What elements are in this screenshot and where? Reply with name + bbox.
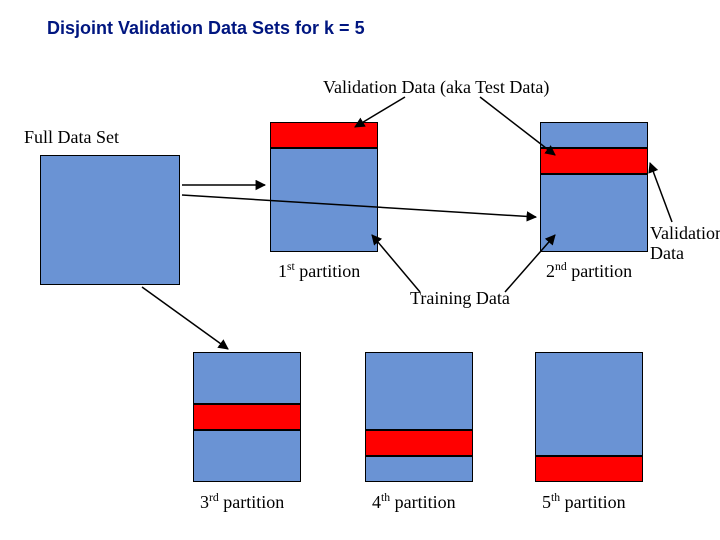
partition-4 — [365, 352, 473, 482]
full-data-set-label: Full Data Set — [24, 127, 119, 148]
partition-5 — [535, 352, 643, 482]
validation-data-side-label: Validation Data — [650, 224, 720, 264]
full-data-set-block — [40, 155, 180, 285]
partition-3-validation — [193, 404, 301, 430]
partition-2-validation — [540, 148, 648, 174]
partition-3-label: 3rd partition — [200, 492, 284, 513]
partition-5-label: 5th partition — [542, 492, 626, 513]
validation-header-label: Validation Data (aka Test Data) — [323, 77, 549, 98]
partition-3-train-a — [193, 352, 301, 404]
slide-title: Disjoint Validation Data Sets for k = 5 — [47, 18, 365, 39]
partition-2-train-a — [540, 122, 648, 148]
partition-2-label: 2nd partition — [546, 261, 632, 282]
arrow-training-to-p1 — [372, 235, 420, 292]
arrow-side-validation-to-p2 — [650, 163, 672, 222]
partition-3-train-b — [193, 430, 301, 482]
partition-5-train — [535, 352, 643, 456]
partition-2 — [540, 122, 648, 252]
partition-2-train-b — [540, 174, 648, 252]
training-data-label: Training Data — [410, 288, 510, 309]
partition-4-validation — [365, 430, 473, 456]
partition-4-train-b — [365, 456, 473, 482]
partition-5-validation — [535, 456, 643, 482]
partition-1 — [270, 122, 378, 252]
partition-3 — [193, 352, 301, 482]
partition-1-train — [270, 148, 378, 252]
partition-1-validation — [270, 122, 378, 148]
partition-4-label: 4th partition — [372, 492, 456, 513]
partition-1-label: 1st partition — [278, 261, 360, 282]
partition-4-train-a — [365, 352, 473, 430]
arrow-full-to-p3 — [142, 287, 228, 349]
